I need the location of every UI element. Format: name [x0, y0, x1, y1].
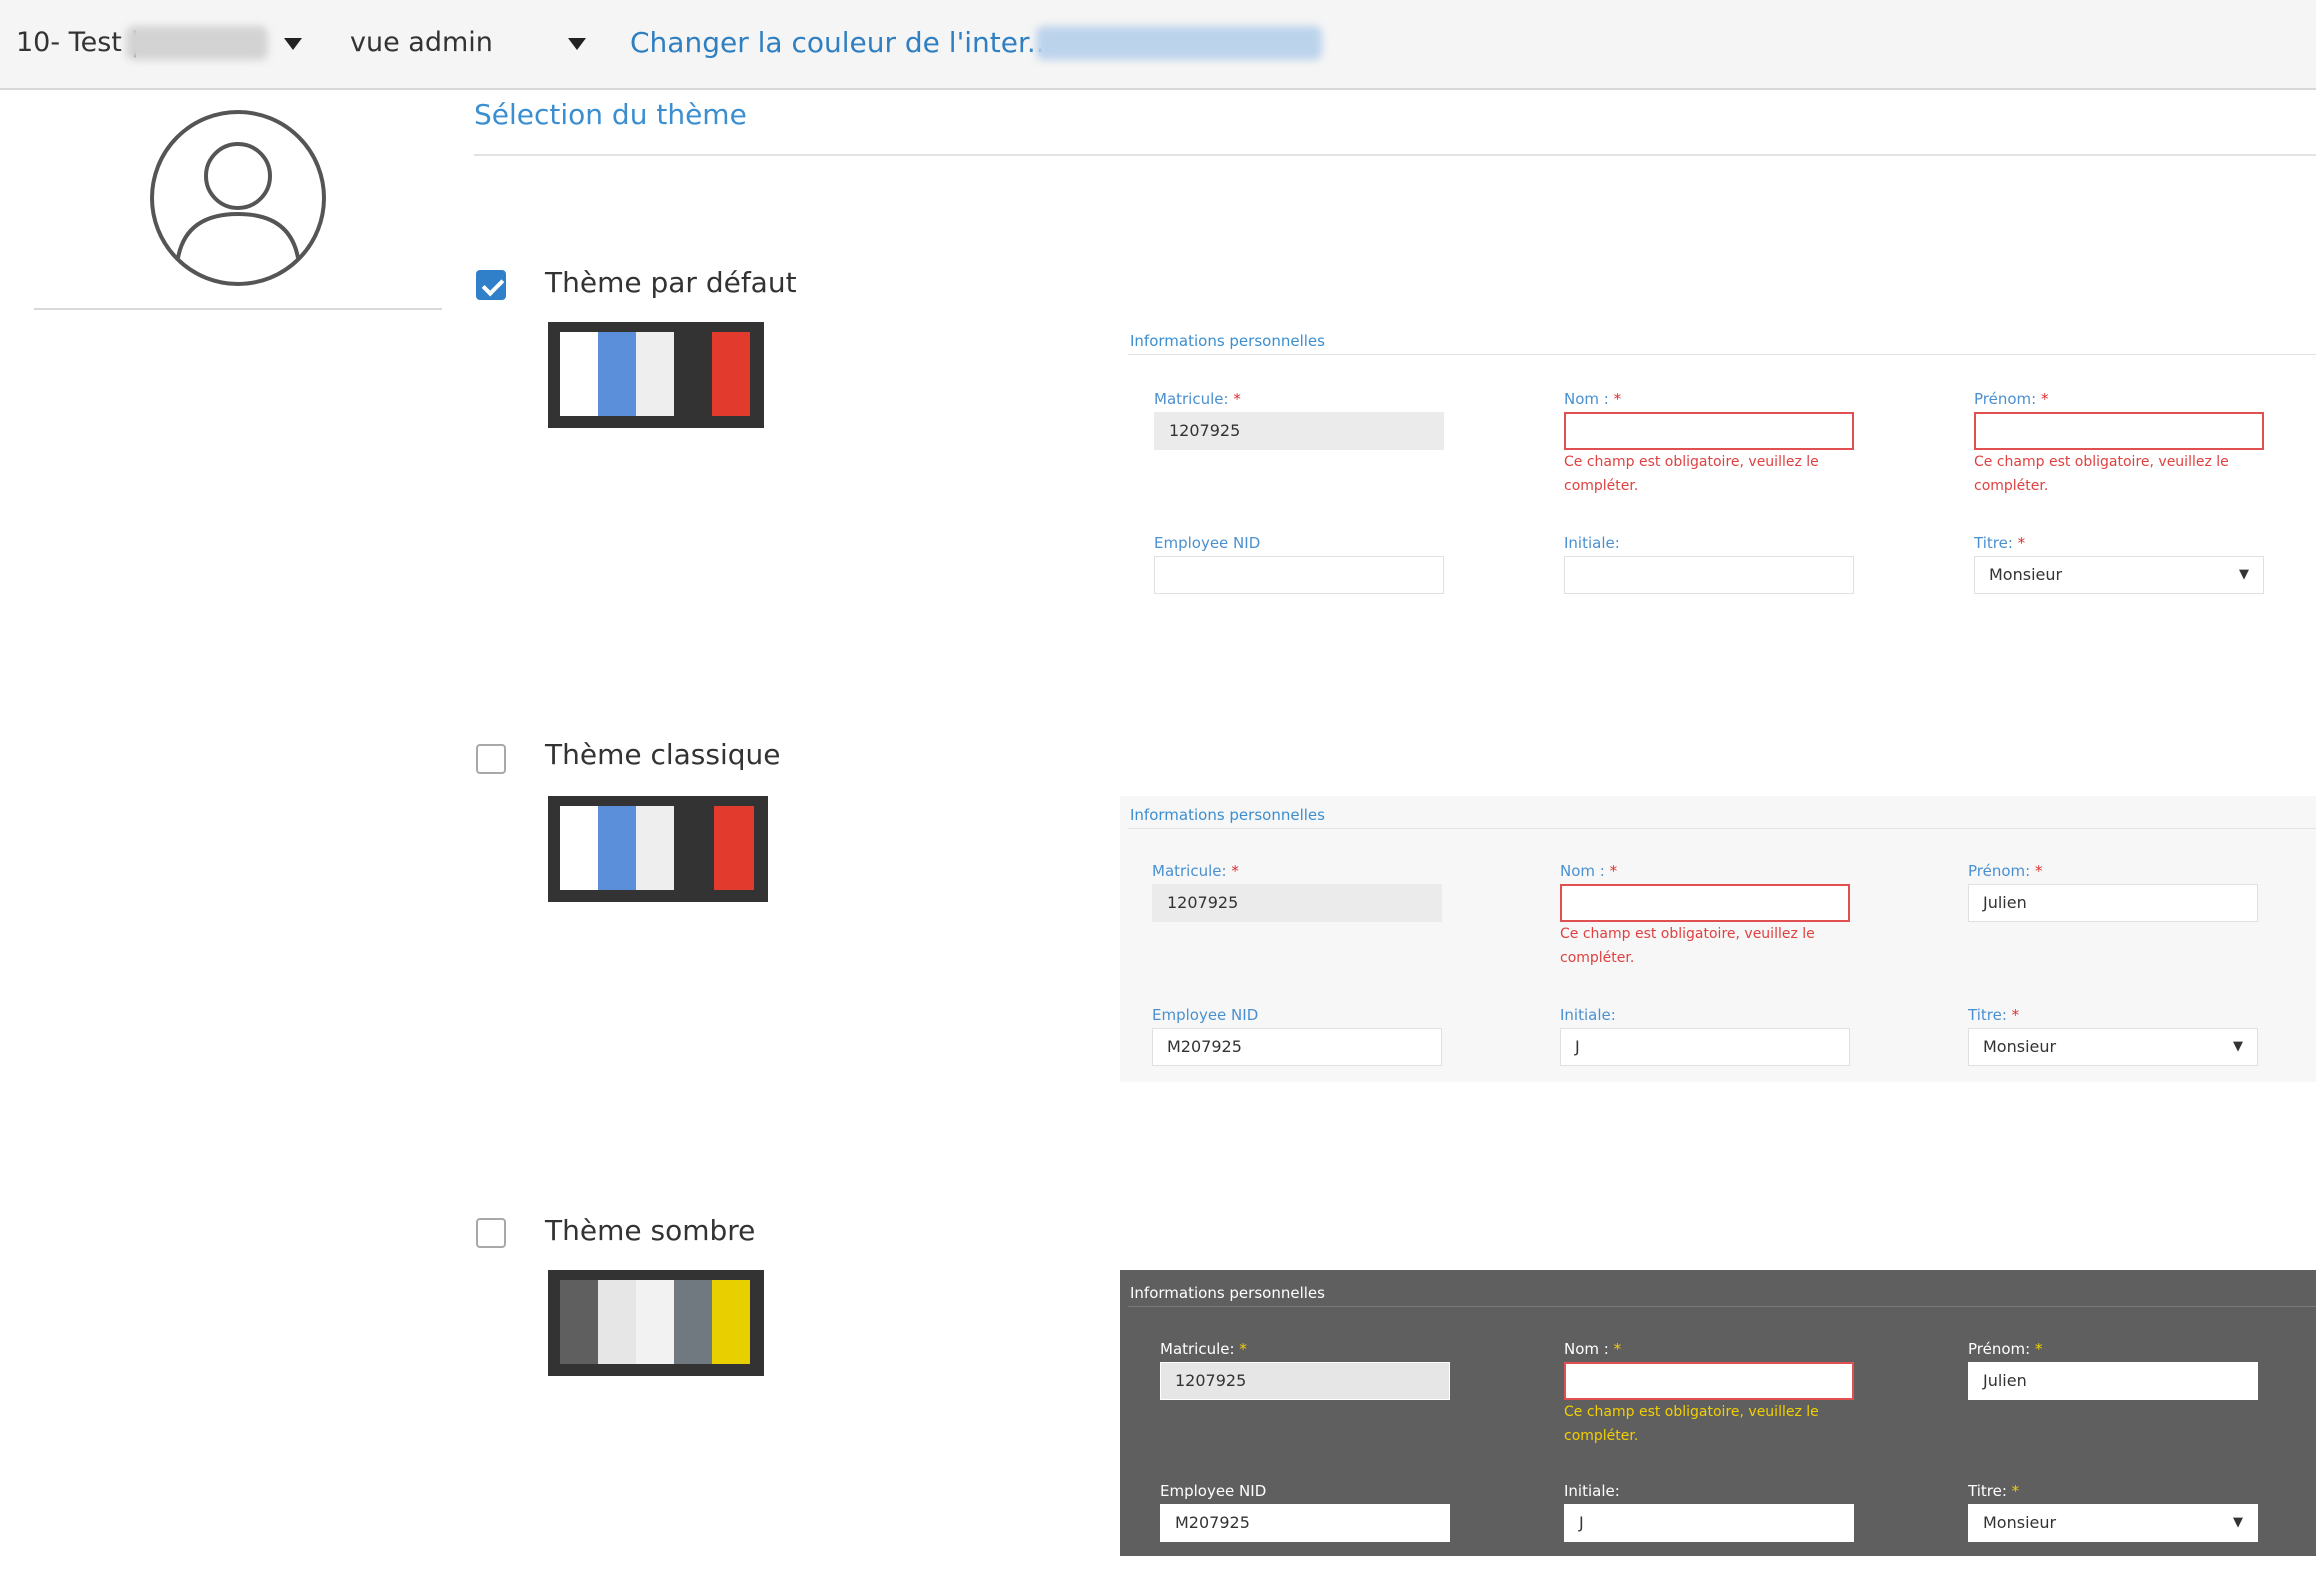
nom-label: Nom : *: [1560, 862, 1618, 880]
swatch-bar: [636, 1280, 674, 1364]
redacted-user-info: [1036, 26, 1322, 60]
prenom-input[interactable]: Julien: [1968, 1362, 2258, 1400]
initiale-label: Initiale:: [1564, 534, 1620, 552]
select-caret-down-icon: ▼: [2239, 567, 2249, 582]
user-avatar-icon[interactable]: [148, 108, 328, 288]
prenom-input[interactable]: Julien: [1968, 884, 2258, 922]
swatch-bar: [674, 332, 712, 416]
theme-dark-preview: Informations personnelles Matricule: * 1…: [1120, 1270, 2316, 1556]
theme-default-preview: Informations personnelles Matricule: * 1…: [1120, 330, 2316, 610]
prenom-error: Ce champ est obligatoire, veuillez le co…: [1974, 454, 2229, 494]
titre-label: Titre: *: [1968, 1006, 2020, 1024]
theme-dark-label[interactable]: Thème sombre: [545, 1214, 755, 1247]
nom-input[interactable]: [1564, 412, 1854, 450]
initiale-input[interactable]: J: [1564, 1504, 1854, 1542]
matricule-input[interactable]: 1207925: [1152, 884, 1442, 922]
select-caret-down-icon: ▼: [2233, 1515, 2243, 1530]
swatch-bar: [636, 806, 674, 890]
nom-error: Ce champ est obligatoire, veuillez le co…: [1560, 926, 1815, 966]
swatch-bar: [560, 806, 598, 890]
employee-nid-input[interactable]: M207925: [1160, 1504, 1450, 1542]
employee-nid-input[interactable]: M207925: [1152, 1028, 1442, 1066]
prenom-label: Prénom: *: [1968, 1340, 2043, 1358]
theme-default-label[interactable]: Thème par défaut: [545, 266, 797, 299]
swatch-bar: [598, 806, 636, 890]
matricule-input[interactable]: 1207925: [1154, 412, 1444, 450]
matricule-label: Matricule: *: [1154, 390, 1241, 408]
swatch-bar: [714, 806, 754, 890]
theme-classic-preview: Informations personnelles Matricule: * 1…: [1120, 796, 2316, 1082]
prenom-input[interactable]: [1974, 412, 2264, 450]
nom-label: Nom : *: [1564, 390, 1622, 408]
preview-title: Informations personnelles: [1130, 806, 1325, 824]
swatch-bar: [712, 1280, 750, 1364]
titre-value: Monsieur: [1983, 1513, 2057, 1532]
swatch-bar: [636, 332, 674, 416]
theme-dark-checkbox[interactable]: [476, 1218, 506, 1248]
swatch-bar: [560, 1280, 598, 1364]
preview-divider: [1128, 1306, 2316, 1307]
nom-error: Ce champ est obligatoire, veuillez le co…: [1564, 1404, 1819, 1444]
swatch-bar: [560, 332, 598, 416]
swatch-bar: [674, 806, 714, 890]
employee-nid-label: Employee NID: [1154, 534, 1261, 552]
employee-nid-label: Employee NID: [1152, 1006, 1259, 1024]
initiale-input[interactable]: J: [1560, 1028, 1850, 1066]
section-divider: [474, 154, 2316, 156]
titre-select[interactable]: Monsieur ▼: [1968, 1504, 2258, 1542]
nom-input[interactable]: [1564, 1362, 1854, 1400]
titre-select[interactable]: Monsieur ▼: [1968, 1028, 2258, 1066]
theme-classic-label[interactable]: Thème classique: [545, 738, 781, 771]
preview-title: Informations personnelles: [1130, 1284, 1325, 1302]
matricule-input[interactable]: 1207925: [1160, 1362, 1450, 1400]
titre-label: Titre: *: [1974, 534, 2026, 552]
sidebar-divider: [34, 308, 442, 310]
employee-nid-input[interactable]: [1154, 556, 1444, 594]
swatch-bar: [712, 332, 750, 416]
preview-divider: [1128, 828, 2316, 829]
org-label: 10- Test |: [16, 27, 140, 58]
theme-classic-checkbox[interactable]: [476, 744, 506, 774]
preview-divider: [1128, 354, 2316, 355]
select-caret-down-icon: ▼: [2233, 1039, 2243, 1054]
titre-select[interactable]: Monsieur ▼: [1974, 556, 2264, 594]
section-title: Sélection du thème: [474, 98, 747, 131]
nom-error: Ce champ est obligatoire, veuillez le co…: [1564, 454, 1819, 494]
change-color-link[interactable]: Changer la couleur de l'inter...: [630, 26, 1054, 59]
initiale-label: Initiale:: [1564, 1482, 1620, 1500]
matricule-label: Matricule: *: [1160, 1340, 1247, 1358]
employee-nid-label: Employee NID: [1160, 1482, 1267, 1500]
theme-default-swatch[interactable]: [548, 322, 764, 428]
theme-default-checkbox[interactable]: [476, 270, 506, 300]
theme-dark-swatch[interactable]: [548, 1270, 764, 1376]
top-bar: 10- Test | vue admin Changer la couleur …: [0, 0, 2316, 90]
preview-title: Informations personnelles: [1130, 332, 1325, 350]
view-selector[interactable]: vue admin: [350, 27, 493, 58]
titre-value: Monsieur: [1983, 1037, 2057, 1056]
prenom-label: Prénom: *: [1974, 390, 2049, 408]
titre-value: Monsieur: [1989, 565, 2063, 584]
nom-label: Nom : *: [1564, 1340, 1622, 1358]
nom-input[interactable]: [1560, 884, 1850, 922]
swatch-bar: [598, 332, 636, 416]
theme-classic-swatch[interactable]: [548, 796, 768, 902]
matricule-label: Matricule: *: [1152, 862, 1239, 880]
titre-label: Titre: *: [1968, 1482, 2020, 1500]
initiale-label: Initiale:: [1560, 1006, 1616, 1024]
initiale-input[interactable]: [1564, 556, 1854, 594]
swatch-bar: [598, 1280, 636, 1364]
org-caret-down-icon[interactable]: [284, 38, 302, 50]
redacted-org-name: [126, 26, 268, 60]
prenom-label: Prénom: *: [1968, 862, 2043, 880]
view-caret-down-icon[interactable]: [568, 38, 586, 50]
swatch-bar: [674, 1280, 712, 1364]
